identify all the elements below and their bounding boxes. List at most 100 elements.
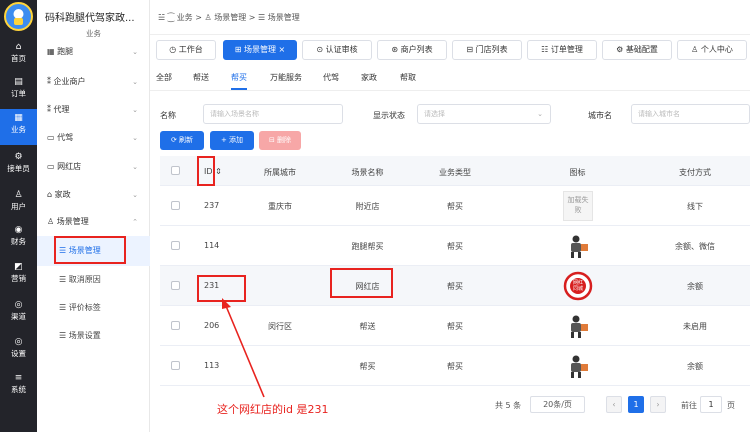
subtab-pickup[interactable]: 帮取 xyxy=(400,72,416,83)
sidebar-subitem-3[interactable]: ☰ 场景设置 xyxy=(37,321,150,351)
subtab-housekeeping[interactable]: 家政 xyxy=(361,72,377,83)
courier-icon xyxy=(563,231,593,261)
breadcrumb: ☱ ⁐ 业务 > ♙ 场景管理 > ☰ 场景管理 xyxy=(158,13,300,22)
cell-id: 237 xyxy=(204,201,220,210)
sidebar-subitem-2[interactable]: ☰ 评价标签 xyxy=(37,293,150,323)
tab-merchants[interactable]: ⊛ 商户列表 xyxy=(377,40,447,60)
sidebar-item-label: 企业商户 xyxy=(53,77,86,86)
tab-scene-management[interactable]: ⊞ 场景管理 × xyxy=(223,40,297,60)
sidebar-subitem-label: 评价标签 xyxy=(68,303,101,312)
sidebar-item-6[interactable]: ♙ 场景管理 ⌃ xyxy=(37,208,150,236)
cell-business-type: 帮买 xyxy=(447,322,463,331)
tab-certification[interactable]: ⊙ 认证审核 xyxy=(302,40,372,60)
rail-item-4[interactable]: ♙ 用户 xyxy=(0,186,37,222)
status-select[interactable]: 请选择 ⌄ xyxy=(417,104,551,124)
city-label: 城市名 xyxy=(588,111,612,120)
sidebar: 码科跑腿代驾家政... 业务 ▦ 跑腿 ⌄ ⁑ 企业商户 ⌄ ⁑ 代理 ⌄ ▭ 代驾 ⌄ ▭ 网… xyxy=(37,0,150,432)
subtab-all[interactable]: 全部 xyxy=(156,72,172,83)
chevron-icon: ⌄ xyxy=(132,163,138,171)
row-checkbox[interactable] xyxy=(171,321,180,330)
rail-item-7[interactable]: ◎ 渠道 xyxy=(0,296,37,332)
sidebar-item-label: 网红店 xyxy=(57,162,82,171)
cell-business-type: 帮买 xyxy=(447,362,463,371)
tab-config[interactable]: ⚙ 基础配置 xyxy=(602,40,672,60)
rail-item-0[interactable]: ⌂ 首页 xyxy=(0,38,37,74)
header-icon: 图标 xyxy=(569,168,586,177)
row-checkbox[interactable] xyxy=(171,281,180,290)
mascot-icon xyxy=(13,9,24,25)
chevron-left-icon: ‹ xyxy=(612,400,616,409)
header-scene-name: 场景名称 xyxy=(351,168,384,177)
cell-scene-name: 附近店 xyxy=(355,202,380,211)
page-size-select[interactable]: 20条/页 xyxy=(530,396,585,413)
table-row[interactable]: 114 跑腿帮买 帮买 余额、微信 xyxy=(160,226,750,266)
sidebar-item-label: 代理 xyxy=(53,105,70,114)
subtab-buy[interactable]: 帮买 xyxy=(231,72,247,83)
cell-payment: 余额 xyxy=(687,362,703,371)
sidebar-item-0[interactable]: ▦ 跑腿 ⌄ xyxy=(37,38,150,66)
goto-page-input[interactable]: 1 xyxy=(700,396,722,413)
add-button[interactable]: + 添加 xyxy=(210,131,254,150)
rail-label: 设置 xyxy=(11,349,26,358)
list-icon: ☰ xyxy=(59,331,67,340)
courier-icon xyxy=(563,351,593,381)
chevron-icon: ⌄ xyxy=(132,48,138,56)
rail-item-5[interactable]: ◉ 财务 xyxy=(0,221,37,257)
rail-label: 渠道 xyxy=(11,312,26,321)
tab-profile[interactable]: ♙ 个人中心 xyxy=(677,40,747,60)
rail-label: 系统 xyxy=(11,385,26,394)
chevron-down-icon: ⌄ xyxy=(537,110,543,118)
row-checkbox[interactable] xyxy=(171,361,180,370)
chevron-icon: ⌄ xyxy=(132,78,138,86)
name-label: 名称 xyxy=(160,111,176,120)
header-city: 所属城市 xyxy=(264,168,296,177)
subtab-deliver[interactable]: 帮送 xyxy=(193,72,209,83)
sidebar-item-5[interactable]: ⌂ 家政 ⌄ xyxy=(37,181,150,209)
next-page-button[interactable]: › xyxy=(650,396,666,413)
rail-icon: ◩ xyxy=(14,262,23,272)
row-checkbox[interactable] xyxy=(171,241,180,250)
select-all-checkbox[interactable] xyxy=(171,166,180,175)
rail-icon: ≡ xyxy=(14,373,23,383)
rail-item-2[interactable]: ▦ 业务 xyxy=(0,109,37,145)
city-input[interactable]: 请输入城市名 xyxy=(631,104,750,124)
goto-suffix: 页 xyxy=(727,401,735,410)
rail-item-8[interactable]: ◎ 设置 xyxy=(0,333,37,369)
tab-stores[interactable]: ⊟ 门店列表 xyxy=(452,40,522,60)
refresh-button[interactable]: ⟳ 刷新 xyxy=(160,131,204,150)
cell-business-type: 帮买 xyxy=(447,282,463,291)
sidebar-icon: ⁑ xyxy=(47,77,51,86)
list-icon: ☰ xyxy=(59,275,67,284)
sidebar-item-1[interactable]: ⁑ 企业商户 ⌄ xyxy=(37,68,150,96)
rail-icon: ⚙ xyxy=(14,152,23,162)
rail-item-6[interactable]: ◩ 营销 xyxy=(0,258,37,294)
sidebar-icon: ▦ xyxy=(47,47,55,56)
tab-workbench[interactable]: ◷ 工作台 xyxy=(156,40,216,60)
delete-button[interactable]: ⊟ 删除 xyxy=(259,131,301,150)
rail-item-1[interactable]: ▤ 订单 xyxy=(0,73,37,109)
row-checkbox[interactable] xyxy=(171,201,180,210)
prev-page-button[interactable]: ‹ xyxy=(606,396,622,413)
sidebar-subitem-1[interactable]: ☰ 取消原因 xyxy=(37,265,150,295)
cell-business-type: 帮买 xyxy=(447,202,463,211)
rail-icon: ◎ xyxy=(14,300,23,310)
sidebar-item-2[interactable]: ⁑ 代理 ⌄ xyxy=(37,96,150,124)
table-row[interactable]: 237 重庆市 附近店 帮买 加载失败 线下 xyxy=(160,186,750,226)
subtab-universal[interactable]: 万能服务 xyxy=(270,72,302,83)
rail-label: 财务 xyxy=(11,237,26,246)
table-header: ID ⇕ 所属城市 场景名称 业务类型 图标 支付方式 xyxy=(160,156,750,186)
sidebar-item-4[interactable]: ▭ 网红店 ⌄ xyxy=(37,153,150,181)
subtab-driving[interactable]: 代驾 xyxy=(323,72,339,83)
name-input[interactable]: 请输入场景名称 xyxy=(203,104,343,124)
rail-label: 业务 xyxy=(11,125,26,134)
rail-label: 接单员 xyxy=(7,164,30,173)
tab-orders[interactable]: ☷ 订单管理 xyxy=(527,40,597,60)
pagination-total: 共 5 条 xyxy=(495,401,522,410)
rail-item-3[interactable]: ⚙ 接单员 xyxy=(0,148,37,184)
cell-scene-name: 帮送 xyxy=(359,322,376,331)
header-payment: 支付方式 xyxy=(679,168,711,177)
rail-item-9[interactable]: ≡ 系统 xyxy=(0,369,37,405)
status-placeholder: 请选择 xyxy=(424,110,445,118)
page-1-button[interactable]: 1 xyxy=(628,396,644,413)
sidebar-item-3[interactable]: ▭ 代驾 ⌄ xyxy=(37,124,150,152)
